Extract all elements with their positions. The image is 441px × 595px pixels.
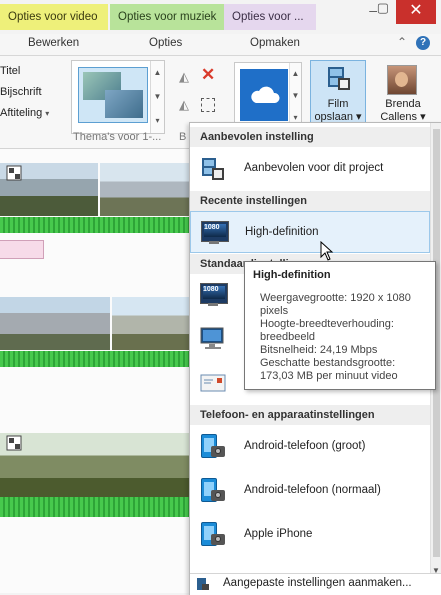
menu-item-high-definition[interactable]: 1080 High-definition bbox=[190, 211, 430, 253]
menu-item-custom-settings[interactable]: Aangepaste instellingen aanmaken... bbox=[190, 573, 441, 595]
gallery-scrollbar[interactable]: ▲ ▼ ▾ bbox=[150, 61, 164, 133]
menu-item-label: Apple iPhone bbox=[244, 528, 313, 540]
context-tab-music-options[interactable]: Opties voor muziek bbox=[110, 4, 228, 30]
phone-camera-icon bbox=[199, 476, 227, 504]
gallery-more-icon[interactable]: ▾ bbox=[151, 109, 164, 133]
recommended-settings-icon bbox=[202, 158, 224, 180]
mouse-cursor-icon bbox=[320, 241, 334, 261]
tooltip-title: High-definition bbox=[253, 269, 331, 281]
add-credits-label: Aftiteling bbox=[0, 107, 43, 119]
context-tab-video-options[interactable]: Opties voor video bbox=[0, 4, 108, 30]
avatar bbox=[387, 65, 417, 95]
help-icon[interactable]: ? bbox=[416, 36, 430, 50]
menu-item-label: Aanbevolen voor dit project bbox=[244, 162, 384, 174]
section-header-recommended: Aanbevolen instelling bbox=[190, 127, 430, 147]
ribbon-tab-row: Bewerken Opties Opmaken ⌃ ? bbox=[0, 34, 441, 56]
tooltip-line: Geschatte bestandsgrootte: 173,03 MB per… bbox=[260, 357, 398, 382]
monitor-icon: 1080 bbox=[200, 218, 229, 246]
film-save-icon bbox=[328, 67, 350, 90]
share-gallery[interactable]: ▲ ▼ ▾ bbox=[234, 62, 302, 130]
section-header-recent: Recente instellingen bbox=[190, 191, 430, 211]
storyboard[interactable] bbox=[0, 149, 190, 593]
context-tab-project-options[interactable]: Opties voor ... bbox=[224, 4, 316, 30]
add-caption-button[interactable]: Bijschrift bbox=[0, 86, 42, 98]
monitor-icon: 1080 bbox=[199, 280, 228, 308]
phone-camera-icon bbox=[199, 520, 227, 548]
audio-track[interactable] bbox=[0, 351, 190, 367]
transition-icon bbox=[6, 435, 22, 451]
menu-item-android-normal[interactable]: Android-telefoon (normaal) bbox=[190, 470, 430, 512]
menu-item-recommended[interactable]: Aanbevolen voor dit project bbox=[190, 148, 430, 190]
clip-thumbnail[interactable] bbox=[0, 433, 190, 497]
account-button[interactable]: Brenda Callens ▾ bbox=[374, 62, 434, 130]
tooltip-line: Hoogte-breedteverhouding: breedbeeld bbox=[260, 318, 394, 343]
section-header-phone: Telefoon- en apparaatinstellingen bbox=[190, 405, 430, 425]
tab-opmaken[interactable]: Opmaken bbox=[250, 37, 300, 49]
tab-bewerken[interactable]: Bewerken bbox=[28, 37, 79, 49]
custom-settings-icon bbox=[197, 578, 209, 590]
theme-group-label: Thema's voor 1-... bbox=[73, 131, 162, 143]
menu-item-label: Android-telefoon (normaal) bbox=[244, 484, 381, 496]
audio-track[interactable] bbox=[0, 217, 190, 233]
add-title-label: Titel bbox=[0, 65, 21, 77]
menu-item-android-large[interactable]: Android-telefoon (groot) bbox=[190, 426, 430, 468]
share-gallery-scrollbar[interactable]: ▲ ▼ ▾ bbox=[289, 63, 301, 129]
collapse-ribbon-icon[interactable]: ⌃ bbox=[397, 35, 407, 49]
title-bar: Opties voor video Opties voor muziek Opt… bbox=[0, 0, 441, 34]
rotate-right-icon[interactable]: ◭ bbox=[179, 97, 189, 113]
tooltip-line: Bitsnelheid: 24,19 Mbps bbox=[260, 344, 378, 356]
phone-camera-icon bbox=[199, 432, 227, 460]
scroll-down-icon[interactable]: ▼ bbox=[151, 85, 164, 109]
edit-group-label: B bbox=[179, 131, 187, 143]
scroll-up-icon[interactable]: ▲ bbox=[290, 63, 301, 85]
clip-thumbnail[interactable] bbox=[0, 297, 110, 350]
tooltip-body: Weergavegrootte: 1920 x 1080 pixels Hoog… bbox=[260, 292, 430, 383]
title-overlay-bar[interactable] bbox=[0, 240, 44, 259]
theme-gallery[interactable]: ▲ ▼ ▾ bbox=[71, 60, 165, 134]
email-icon bbox=[200, 374, 226, 392]
tooltip-line: Weergavegrootte: 1920 x 1080 pixels bbox=[260, 292, 411, 317]
scroll-up-icon[interactable]: ▲ bbox=[151, 61, 164, 85]
clip-thumbnail[interactable] bbox=[100, 163, 190, 216]
tab-opties[interactable]: Opties bbox=[149, 37, 182, 49]
rotate-left-icon[interactable]: ◭ bbox=[179, 69, 189, 85]
close-window-button[interactable]: ✕ bbox=[396, 0, 436, 24]
select-all-icon[interactable] bbox=[201, 98, 215, 112]
add-caption-label: Bijschrift bbox=[0, 86, 42, 98]
storyboard-clip[interactable] bbox=[0, 297, 190, 375]
audio-track[interactable] bbox=[0, 497, 190, 517]
menu-item-label: High-definition bbox=[245, 226, 319, 238]
add-credits-button[interactable]: Aftiteling ▾ bbox=[0, 107, 49, 119]
maximize-button[interactable]: ▢ bbox=[377, 0, 389, 16]
scroll-down-icon[interactable]: ▼ bbox=[290, 85, 301, 107]
save-movie-button[interactable]: Film opslaan ▾ bbox=[310, 60, 366, 129]
delete-icon[interactable]: ✕ bbox=[201, 65, 215, 85]
clip-thumbnail[interactable] bbox=[112, 297, 190, 350]
save-movie-label: Film opslaan ▾ bbox=[314, 98, 362, 123]
storyboard-clip[interactable] bbox=[0, 163, 190, 233]
chevron-down-icon: ▾ bbox=[45, 109, 50, 118]
account-label: Brenda Callens ▾ bbox=[380, 98, 426, 123]
theme-thumbnail[interactable] bbox=[78, 67, 148, 123]
menu-item-apple-iphone[interactable]: Apple iPhone bbox=[190, 514, 430, 556]
computer-icon bbox=[200, 327, 224, 349]
menu-item-label: Android-telefoon (groot) bbox=[244, 440, 366, 452]
onedrive-icon[interactable] bbox=[240, 69, 288, 121]
storyboard-clip[interactable] bbox=[0, 433, 190, 523]
tooltip: High-definition Weergavegrootte: 1920 x … bbox=[244, 261, 436, 390]
transition-icon bbox=[6, 165, 22, 181]
add-title-button[interactable]: Titel bbox=[0, 65, 20, 77]
menu-item-label: Aangepaste instellingen aanmaken... bbox=[223, 577, 412, 589]
